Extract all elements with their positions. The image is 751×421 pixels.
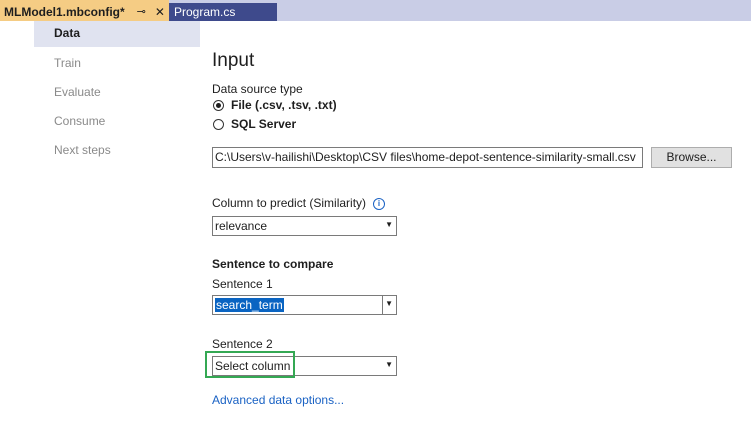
- file-path-input[interactable]: C:\Users\v-hailishi\Desktop\CSV files\ho…: [212, 147, 643, 168]
- info-icon[interactable]: i: [373, 198, 385, 210]
- sentence1-label: Sentence 1: [212, 277, 273, 291]
- radio-sql-server[interactable]: [213, 119, 224, 130]
- data-source-type-label: Data source type: [212, 82, 303, 96]
- tab-mlmodel1[interactable]: MLModel1.mbconfig* ⊸ ✕: [0, 0, 169, 23]
- browse-button[interactable]: Browse...: [651, 147, 732, 168]
- sentence-to-compare-heading: Sentence to compare: [212, 257, 334, 271]
- step-navigation: Data Train Evaluate Consume Next steps: [34, 21, 200, 166]
- column-to-predict-select[interactable]: relevance ▼: [212, 216, 397, 236]
- highlight-box: [205, 351, 295, 378]
- document-tab-bar: MLModel1.mbconfig* ⊸ ✕ Program.cs: [0, 0, 751, 23]
- step-train[interactable]: Train: [34, 50, 200, 79]
- radio-file-label[interactable]: File (.csv, .tsv, .txt): [231, 98, 337, 112]
- close-icon[interactable]: ✕: [155, 5, 165, 19]
- advanced-data-options-link[interactable]: Advanced data options...: [212, 393, 344, 407]
- chevron-down-icon: ▼: [385, 360, 393, 369]
- step-next-steps[interactable]: Next steps: [34, 137, 200, 166]
- content-area: Data Train Evaluate Consume Next steps I…: [0, 21, 751, 421]
- sentence1-combobox[interactable]: search_term ▼: [212, 295, 397, 315]
- sentence1-selected-text: search_term: [215, 298, 284, 312]
- input-heading: Input: [212, 50, 255, 71]
- radio-sql-server-label[interactable]: SQL Server: [231, 117, 296, 131]
- sentence2-label: Sentence 2: [212, 337, 273, 351]
- chevron-down-icon[interactable]: ▼: [385, 299, 393, 308]
- radio-file[interactable]: [213, 100, 224, 111]
- pin-icon[interactable]: ⊸: [137, 5, 146, 18]
- tab-label: MLModel1.mbconfig*: [4, 4, 125, 19]
- step-data[interactable]: Data: [34, 21, 200, 47]
- combo-divider: [382, 296, 383, 314]
- select-value: relevance: [215, 219, 268, 233]
- chevron-down-icon: ▼: [385, 220, 393, 229]
- tab-program-cs[interactable]: Program.cs: [169, 3, 277, 21]
- column-to-predict-label: Column to predict (Similarity): [212, 196, 367, 210]
- step-evaluate[interactable]: Evaluate: [34, 79, 200, 108]
- step-consume[interactable]: Consume: [34, 108, 200, 137]
- tab-label: Program.cs: [174, 5, 236, 19]
